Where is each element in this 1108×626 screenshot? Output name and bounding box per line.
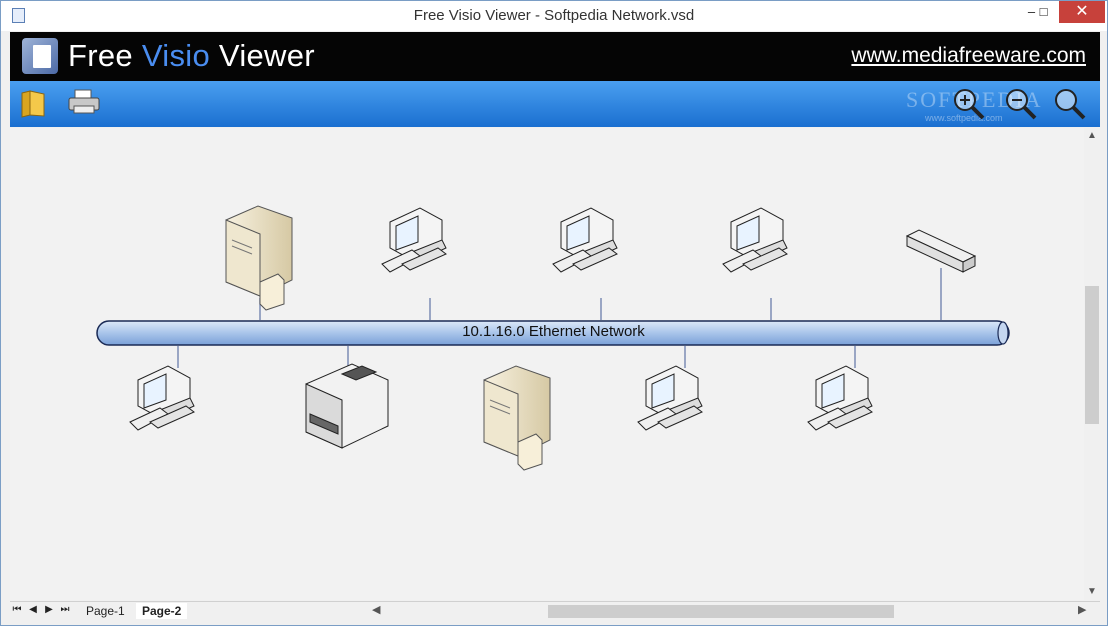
page-navigation-bar: ⏮ ◀ ▶ ⏭ Page-1 Page-2 ◀ ▶ [10,601,1100,621]
tab-page-2[interactable]: Page-2 [136,603,188,619]
zoom-icon[interactable] [1053,87,1086,120]
maximize-button[interactable]: □ [1028,1,1059,23]
app-name: Free Visio Viewer [68,38,315,74]
first-page-button[interactable]: ⏮ [10,604,24,615]
vertical-scrollbar[interactable]: ▲ ▼ [1084,128,1100,600]
horizontal-scroll-thumb[interactable] [548,605,894,618]
scroll-left-arrow-icon[interactable]: ◀ [372,603,380,616]
hub-icon[interactable] [905,229,977,273]
app-name-accent: Visio [141,38,210,73]
title-bar[interactable]: Free Visio Viewer - Softpedia Network.vs… [1,1,1107,31]
printer-icon[interactable] [66,87,100,119]
diagram-canvas[interactable]: 10.1.16.0 Ethernet Network [10,128,1084,600]
tab-page-1[interactable]: Page-1 [80,603,131,619]
workstation-icon[interactable] [381,207,447,273]
app-window: Free Visio Viewer - Softpedia Network.vs… [0,0,1108,626]
workstation-icon[interactable] [722,207,788,273]
server-icon[interactable] [483,365,551,471]
workstation-icon[interactable] [552,207,618,273]
server-icon[interactable] [225,205,293,311]
app-name-part3: Viewer [210,38,315,73]
workstation-icon[interactable] [807,365,873,431]
previous-page-button[interactable]: ◀ [26,604,40,615]
website-link[interactable]: www.mediafreeware.com [851,44,1086,68]
scroll-up-arrow-icon[interactable]: ▲ [1084,130,1100,141]
next-page-button[interactable]: ▶ [42,604,56,615]
toolbar: SOFTPEDIA www.softpedia.com [10,81,1100,127]
header-banner: Free Visio Viewer www.mediafreeware.com [10,32,1100,81]
last-page-button[interactable]: ⏭ [58,604,72,615]
network-label: 10.1.16.0 Ethernet Network [462,323,645,340]
vertical-scroll-thumb[interactable] [1085,286,1099,424]
network-diagram [96,205,1010,471]
scroll-right-arrow-icon[interactable]: ▶ [1078,603,1086,616]
window-title: Free Visio Viewer - Softpedia Network.vs… [413,7,695,24]
printer-device-icon[interactable] [305,363,389,449]
zoom-in-icon[interactable] [952,87,985,120]
workstation-icon[interactable] [129,365,195,431]
app-logo-icon [22,38,58,74]
workstation-icon[interactable] [637,365,703,431]
zoom-out-icon[interactable] [1004,87,1037,120]
folder-icon[interactable] [18,87,50,119]
scroll-down-arrow-icon[interactable]: ▼ [1084,586,1100,597]
horizontal-scrollbar[interactable]: ◀ ▶ [370,603,1090,620]
app-name-part1: Free [68,38,142,73]
close-button[interactable]: ✕ [1059,1,1105,23]
